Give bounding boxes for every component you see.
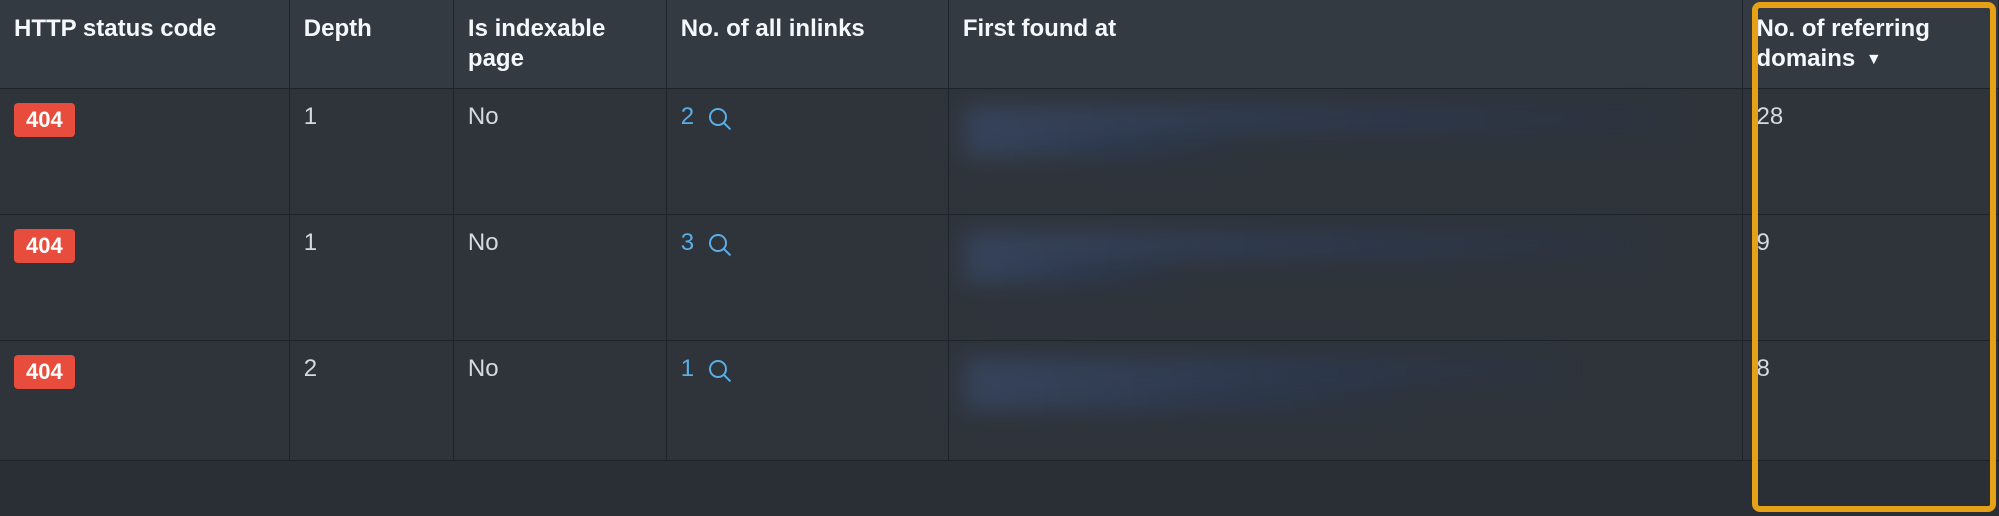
status-badge: 404: [14, 229, 75, 263]
results-table: HTTP status code Depth Is indexable page…: [0, 0, 1999, 461]
inlinks-count: 2: [681, 103, 694, 130]
table-row: 404 2 No 1 8: [0, 341, 1999, 461]
cell-depth: 1: [290, 215, 454, 341]
sort-desc-icon: ▼: [1866, 51, 1882, 68]
col-header-first-found[interactable]: First found at: [949, 0, 1743, 89]
col-header-referring-domains[interactable]: No. of referring domains ▼: [1743, 0, 1999, 89]
cell-depth: 2: [290, 341, 454, 461]
cell-refdomains: 8: [1743, 341, 1999, 461]
search-icon[interactable]: [709, 108, 727, 126]
cell-first-found: [949, 341, 1743, 461]
redacted-text: [963, 235, 1728, 281]
cell-status: 404: [0, 215, 290, 341]
cell-first-found: [949, 89, 1743, 215]
table-row: 404 1 No 2 28: [0, 89, 1999, 215]
col-header-inlinks[interactable]: No. of all inlinks: [667, 0, 949, 89]
col-header-http-status[interactable]: HTTP status code: [0, 0, 290, 89]
cell-refdomains: 9: [1743, 215, 1999, 341]
inlinks-count: 3: [681, 229, 694, 256]
redacted-text: [963, 361, 1728, 407]
table-row: 404 1 No 3 9: [0, 215, 1999, 341]
cell-indexable: No: [454, 89, 667, 215]
cell-status: 404: [0, 89, 290, 215]
cell-indexable: No: [454, 215, 667, 341]
table-header-row: HTTP status code Depth Is indexable page…: [0, 0, 1999, 89]
cell-first-found: [949, 215, 1743, 341]
search-icon[interactable]: [709, 234, 727, 252]
cell-inlinks[interactable]: 2: [667, 89, 949, 215]
status-badge: 404: [14, 355, 75, 389]
col-header-depth[interactable]: Depth: [290, 0, 454, 89]
col-header-indexable[interactable]: Is indexable page: [454, 0, 667, 89]
cell-indexable: No: [454, 341, 667, 461]
status-badge: 404: [14, 103, 75, 137]
cell-inlinks[interactable]: 3: [667, 215, 949, 341]
inlinks-count: 1: [681, 355, 694, 382]
cell-status: 404: [0, 341, 290, 461]
col-header-referring-domains-label: No. of referring domains: [1757, 15, 1930, 72]
cell-depth: 1: [290, 89, 454, 215]
cell-inlinks[interactable]: 1: [667, 341, 949, 461]
search-icon[interactable]: [709, 360, 727, 378]
cell-refdomains: 28: [1743, 89, 1999, 215]
redacted-text: [963, 109, 1728, 155]
